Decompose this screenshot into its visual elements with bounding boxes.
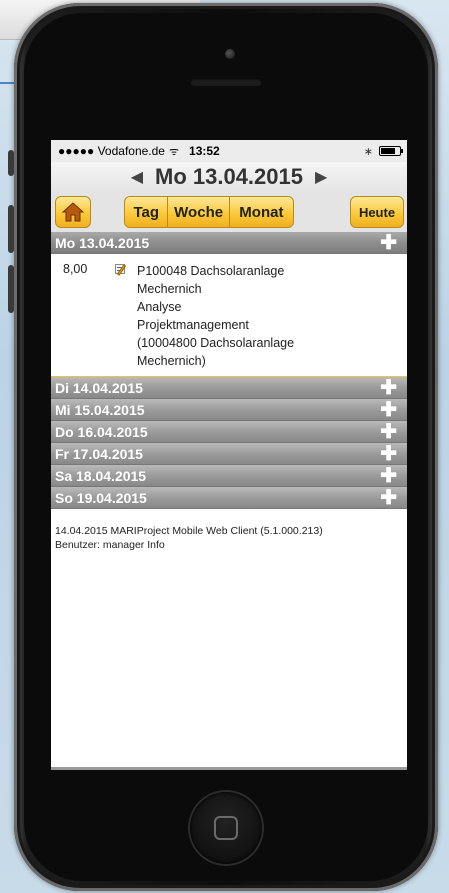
day-header-do[interactable]: Do 16.04.2015 ✚ [51,421,407,443]
volume-up-button [8,205,14,253]
entry-line: Projektmanagement [137,318,249,332]
battery-icon [379,146,403,156]
entry-line: Analyse [137,300,182,314]
screen-bottom-edge [51,767,407,770]
entry-description: P100048 Dachsolaranlage Mechernich Analy… [137,262,294,370]
home-square-icon [214,816,238,840]
day-header-label: Mi 15.04.2015 [55,401,145,418]
entry-hours: 8,00 [63,262,88,276]
edit-note-icon [113,262,133,276]
entry-line: Mechernich [137,282,202,296]
month-view-button[interactable]: Monat [230,197,293,227]
day-header-fr[interactable]: Fr 17.04.2015 ✚ [51,443,407,465]
add-entry-plus-icon[interactable]: ✚ [380,400,397,420]
wifi-icon: ᯤ [168,145,180,158]
add-entry-plus-icon[interactable]: ✚ [380,233,397,253]
day-header-di[interactable]: Di 14.04.2015 ✚ [51,377,407,399]
volume-down-button [8,265,14,313]
phone-screen: ●●●●● Vodafone.de ᯤ 13:52 ∗ ◀ Mo 13.04.2… [51,140,407,770]
view-segmented-control: Tag Woche Monat [124,196,294,228]
home-button[interactable] [190,792,262,864]
entry-line: (10004800 Dachsolaranlage [137,336,295,350]
footer-user: Benutzer: manager Info [55,539,165,551]
status-bar: ●●●●● Vodafone.de ᯤ 13:52 ∗ [51,140,407,162]
view-toolbar: Tag Woche Monat Heute [51,192,407,232]
day-header-label: Mo 13.04.2015 [55,234,150,251]
add-entry-plus-icon[interactable]: ✚ [380,444,397,464]
next-day-arrow-icon[interactable]: ▶ [315,167,327,187]
week-view-button[interactable]: Woche [168,197,230,227]
add-entry-plus-icon[interactable]: ✚ [380,378,397,398]
day-header-label: So 19.04.2015 [55,489,147,506]
day-header-label: Fr 17.04.2015 [55,445,143,462]
bluetooth-icon: ∗ [363,145,373,158]
add-entry-plus-icon[interactable]: ✚ [380,422,397,442]
footer-info: 14.04.2015 MARIProject Mobile Web Client… [51,509,407,552]
front-camera [225,49,235,59]
current-date-title: Mo 13.04.2015 [155,164,303,189]
day-header-sa[interactable]: Sa 18.04.2015 ✚ [51,465,407,487]
day-header-label: Do 16.04.2015 [55,423,148,440]
day-header-so[interactable]: So 19.04.2015 ✚ [51,487,407,509]
date-navigation: ◀ Mo 13.04.2015 ▶ [51,162,407,192]
day-header-label: Di 14.04.2015 [55,379,143,396]
add-entry-plus-icon[interactable]: ✚ [380,488,397,508]
house-icon [61,202,85,222]
day-view-button[interactable]: Tag [125,197,169,227]
today-button[interactable]: Heute [350,196,404,228]
time-entry[interactable]: 8,00 P100048 Dachsolaranlage Mechernich … [51,254,407,377]
day-header-mi[interactable]: Mi 15.04.2015 ✚ [51,399,407,421]
mute-switch [8,150,14,176]
prev-day-arrow-icon[interactable]: ◀ [131,167,143,187]
entry-line: P100048 Dachsolaranlage [137,264,285,278]
add-entry-plus-icon[interactable]: ✚ [380,466,397,486]
footer-version: 14.04.2015 MARIProject Mobile Web Client… [55,525,323,537]
entry-line: Mechernich) [137,354,206,368]
status-time: 13:52 [189,144,220,158]
day-header-mo[interactable]: Mo 13.04.2015 ✚ [51,232,407,254]
carrier-label: ●●●●● Vodafone.de [58,144,165,158]
earpiece-speaker [190,78,262,86]
home-nav-button[interactable] [55,196,91,228]
day-header-label: Sa 18.04.2015 [55,467,147,484]
